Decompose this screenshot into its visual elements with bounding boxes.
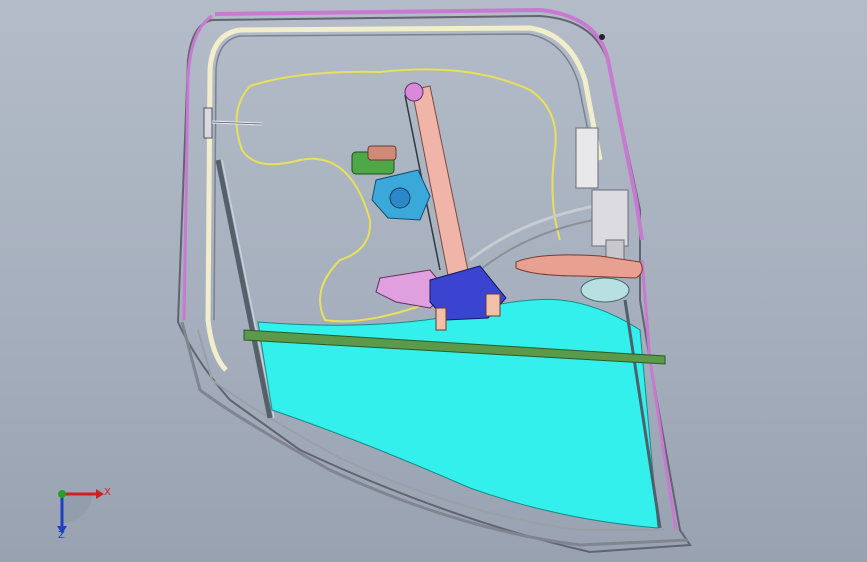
mirror-mount-bolt xyxy=(203,107,263,139)
y-axis-point xyxy=(58,490,66,498)
z-axis-label: Z xyxy=(58,530,65,541)
triad-shadow xyxy=(62,494,92,524)
regulator-motor[interactable] xyxy=(351,145,431,221)
door-latch-module[interactable] xyxy=(575,127,629,267)
rear-guide-channel xyxy=(215,159,273,419)
reference-point xyxy=(599,34,605,40)
regulator-pulley-top xyxy=(404,82,424,102)
rear-guide-channel-highlight xyxy=(221,159,275,419)
x-axis-arrow-head xyxy=(96,489,104,499)
cad-viewport[interactable]: X Z xyxy=(0,0,867,562)
regulator-cable-right xyxy=(469,203,601,262)
door-assembly-model[interactable] xyxy=(0,0,867,562)
window-glass[interactable] xyxy=(257,298,659,529)
inner-door-handle[interactable] xyxy=(515,254,643,303)
x-axis-label: X xyxy=(104,487,111,498)
